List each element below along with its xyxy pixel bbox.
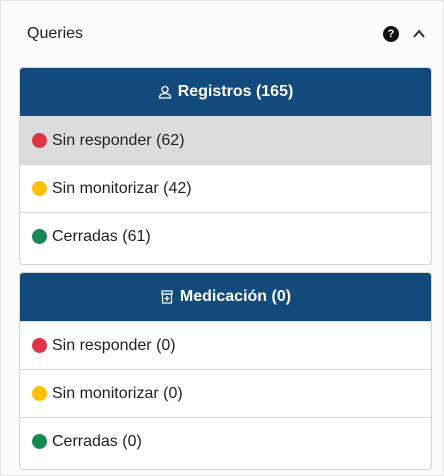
row-label: Sin responder (0) <box>52 336 176 354</box>
row-label: Sin monitorizar (0) <box>52 384 183 402</box>
green-status-dot-icon <box>32 434 47 449</box>
registros-row-sin-monitorizar[interactable]: Sin monitorizar (42) <box>20 164 431 212</box>
registros-header-button[interactable]: Registros (165) <box>20 68 431 116</box>
red-status-dot-icon <box>32 338 47 353</box>
medicacion-header-label: Medicación (0) <box>179 288 292 305</box>
row-label: Sin responder (62) <box>52 131 185 149</box>
medicacion-row-cerradas[interactable]: Cerradas (0) <box>20 417 431 465</box>
registros-row-sin-responder[interactable]: Sin responder (62) <box>20 116 431 164</box>
queries-panel: Queries ? Registros (165) Sin responder … <box>0 0 444 476</box>
medicacion-header-button[interactable]: Medicación (0) <box>20 273 431 321</box>
red-status-dot-icon <box>32 133 47 148</box>
medicacion-row-sin-monitorizar[interactable]: Sin monitorizar (0) <box>20 369 431 417</box>
medicacion-row-sin-responder[interactable]: Sin responder (0) <box>20 321 431 369</box>
person-icon <box>158 85 172 99</box>
chevron-up-icon[interactable] <box>411 27 427 41</box>
green-status-dot-icon <box>32 229 47 244</box>
registros-card: Registros (165) Sin responder (62) Sin m… <box>19 67 432 265</box>
registros-row-cerradas[interactable]: Cerradas (61) <box>20 212 431 260</box>
panel-title: Queries <box>27 25 84 42</box>
yellow-status-dot-icon <box>32 181 47 196</box>
panel-header: Queries ? <box>1 1 443 65</box>
help-icon[interactable]: ? <box>383 26 399 42</box>
row-label: Cerradas (0) <box>52 432 142 450</box>
medication-icon <box>160 290 174 304</box>
yellow-status-dot-icon <box>32 386 47 401</box>
registros-header-label: Registros (165) <box>177 83 294 100</box>
row-label: Sin monitorizar (42) <box>52 179 192 197</box>
row-label: Cerradas (61) <box>52 227 151 245</box>
medicacion-card: Medicación (0) Sin responder (0) Sin mon… <box>19 272 432 470</box>
